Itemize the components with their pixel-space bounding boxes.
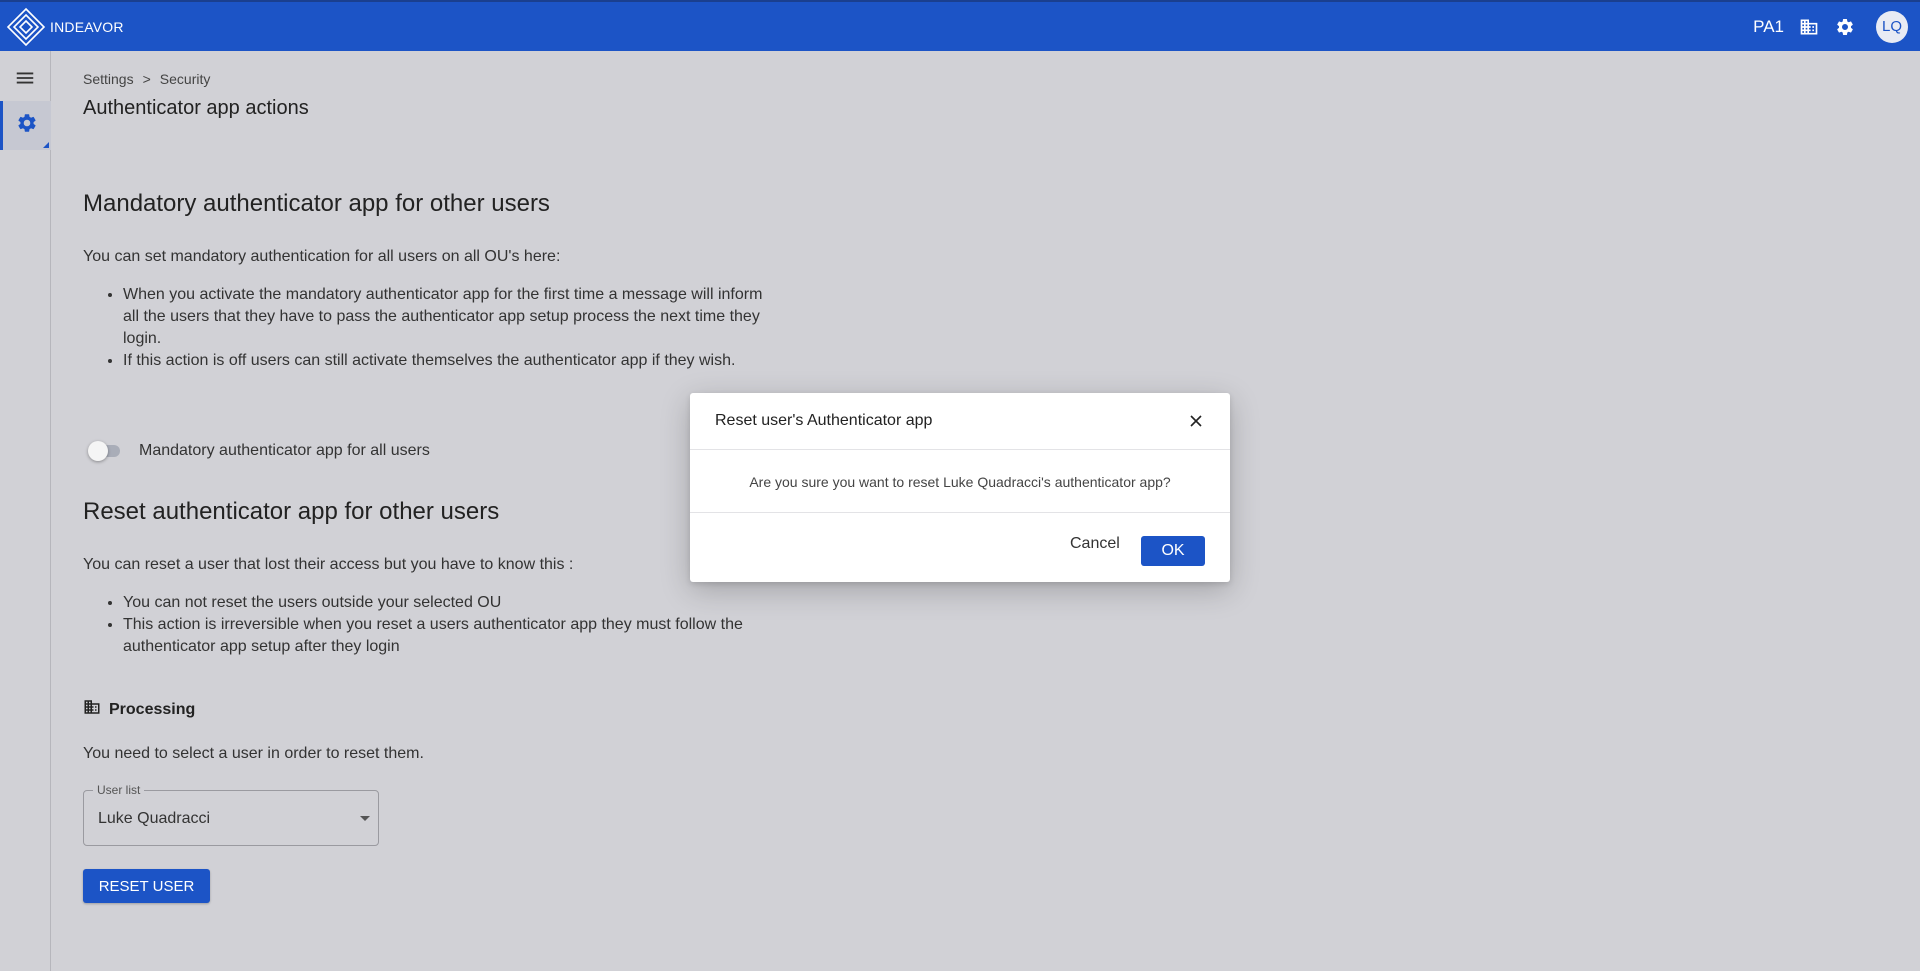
- mandatory-bullet-list: When you activate the mandatory authenti…: [123, 284, 763, 372]
- reset-confirm-dialog: Reset user's Authenticator app Are you s…: [690, 393, 1230, 582]
- menu-icon[interactable]: [14, 67, 36, 89]
- mandatory-toggle-label: Mandatory authenticator app for all user…: [139, 442, 430, 459]
- app-logo[interactable]: INDEAVOR: [6, 7, 124, 47]
- mandatory-intro: You can set mandatory authentication for…: [83, 248, 561, 265]
- list-item: You can not reset the users outside your…: [123, 592, 763, 614]
- page-title: Authenticator app actions: [83, 97, 309, 119]
- mandatory-section-heading: Mandatory authenticator app for other us…: [83, 190, 550, 217]
- close-icon[interactable]: [1188, 413, 1204, 429]
- user-list-label: User list: [93, 783, 145, 797]
- reset-user-button[interactable]: RESET USER: [83, 869, 210, 903]
- list-item: This action is irreversible when you res…: [123, 614, 763, 658]
- toggle-knob: [88, 441, 108, 461]
- sidebar-rail: [0, 51, 51, 971]
- user-list-select[interactable]: User list Luke Quadracci: [83, 783, 379, 846]
- submenu-indicator: [43, 142, 49, 148]
- top-app-bar: INDEAVOR PA1 LQ: [0, 0, 1920, 51]
- indeavor-logo-icon: [6, 7, 46, 46]
- mandatory-toggle-switch[interactable]: [88, 441, 124, 461]
- chevron-down-icon: [360, 816, 370, 821]
- reset-bullet-list: You can not reset the users outside your…: [123, 592, 763, 658]
- ou-name: Processing: [109, 700, 196, 718]
- user-list-value: Luke Quadracci: [98, 810, 211, 827]
- breadcrumb-separator: >: [142, 71, 151, 87]
- sidebar-item-settings[interactable]: [0, 101, 51, 150]
- reset-section-heading: Reset authenticator app for other users: [83, 498, 500, 525]
- dialog-header: Reset user's Authenticator app: [690, 393, 1230, 450]
- ou-label: Processing: [83, 698, 195, 721]
- reset-intro: You can reset a user that lost their acc…: [83, 556, 574, 573]
- dialog-message: Are you sure you want to reset Luke Quad…: [749, 474, 1171, 490]
- gear-icon[interactable]: [1834, 16, 1856, 38]
- ok-button[interactable]: OK: [1141, 536, 1205, 566]
- breadcrumb: Settings > Security: [83, 71, 210, 87]
- building-icon[interactable]: [1798, 16, 1820, 38]
- list-item: If this action is off users can still ac…: [123, 350, 763, 372]
- app-name: INDEAVOR: [50, 18, 124, 35]
- select-user-hint: You need to select a user in order to re…: [83, 745, 424, 762]
- gear-icon: [16, 112, 38, 139]
- dialog-body: Are you sure you want to reset Luke Quad…: [690, 450, 1230, 513]
- building-icon: [83, 698, 101, 721]
- cancel-button[interactable]: Cancel: [1070, 535, 1120, 553]
- mandatory-toggle-row: Mandatory authenticator app for all user…: [88, 441, 430, 461]
- breadcrumb-item-security[interactable]: Security: [160, 71, 211, 87]
- ou-code[interactable]: PA1: [1753, 17, 1784, 37]
- list-item: When you activate the mandatory authenti…: [123, 284, 763, 350]
- breadcrumb-item-settings[interactable]: Settings: [83, 71, 134, 87]
- dialog-title: Reset user's Authenticator app: [715, 412, 933, 429]
- user-avatar[interactable]: LQ: [1876, 10, 1908, 43]
